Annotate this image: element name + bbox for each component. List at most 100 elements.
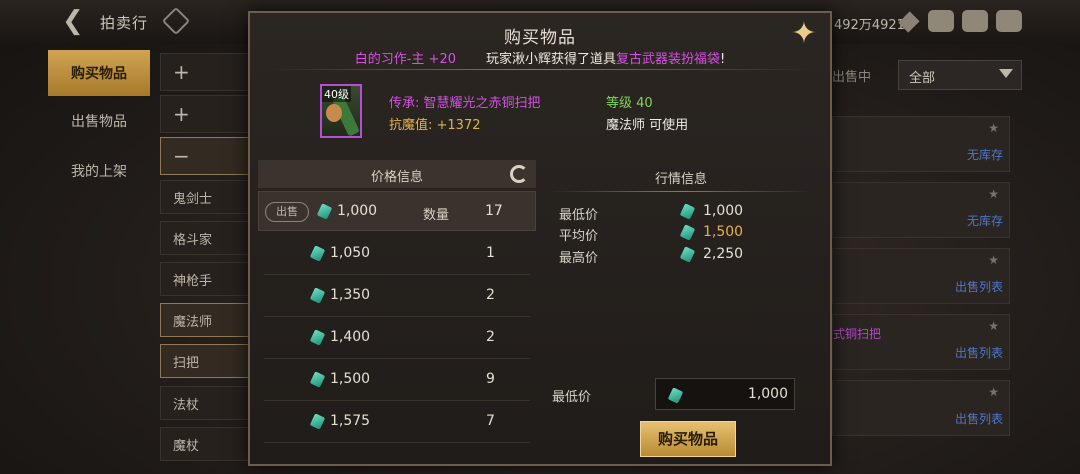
price-value: 1,400: [330, 329, 371, 345]
market-min-value: 1,000: [703, 203, 744, 219]
quantity-value: 9: [486, 371, 495, 387]
star-icon[interactable]: ★: [988, 187, 999, 201]
price-value: 1,575: [330, 413, 371, 429]
buy-button[interactable]: 购买物品: [640, 421, 736, 457]
price-value: 1,000: [337, 203, 378, 219]
listing-status: 无库存: [966, 214, 1003, 228]
item-stat: 抗魔值: +1372: [389, 118, 481, 133]
notice-item: 复古武器装扮福袋: [616, 52, 721, 67]
chat-icon[interactable]: [996, 10, 1022, 32]
gem-icon: [679, 203, 696, 220]
listing-name: 式铜扫把: [833, 327, 882, 341]
category-fighter[interactable]: 格斗家: [160, 221, 250, 255]
star-icon[interactable]: ★: [988, 253, 999, 267]
item-class-requirement: 魔法师 可使用: [606, 118, 689, 133]
item-name: 传承: 智慧耀光之赤铜扫把: [389, 96, 541, 111]
listing-card[interactable]: ★ 无库存: [832, 182, 1010, 238]
listing-status: 出售列表: [954, 280, 1003, 294]
market-max-label: 最高价: [559, 251, 599, 266]
star-icon[interactable]: ★: [988, 385, 999, 399]
filter-label: 出售中: [832, 70, 872, 85]
price-value: 1,050: [330, 245, 371, 261]
category-broom[interactable]: 扫把: [160, 344, 250, 378]
quantity-value: 1: [486, 245, 495, 261]
quantity-label: 数量: [423, 208, 450, 223]
gem-icon: [309, 329, 326, 346]
help-icon[interactable]: [161, 6, 191, 36]
min-price-label: 最低价: [552, 390, 592, 405]
min-price-input[interactable]: 1,000: [655, 378, 795, 410]
price-row-selected[interactable]: 出售 1,000 数量 17: [258, 191, 536, 231]
quantity-value: 17: [485, 203, 503, 219]
tab-sell[interactable]: 出售物品: [48, 98, 150, 144]
star-icon[interactable]: ★: [988, 121, 999, 135]
app-title: 拍卖行: [100, 14, 149, 32]
gem-icon: [667, 387, 684, 404]
quantity-value: 7: [486, 413, 495, 429]
listing-status: 出售列表: [954, 412, 1003, 426]
listing-card[interactable]: ★ 无库存: [832, 116, 1010, 172]
filter-dropdown[interactable]: 全部: [898, 60, 1022, 90]
buy-item-modal: 购买物品 ✦ 白的习作-主 +20 玩家湫小辉获得了道具复古武器装扮福袋! 40级…: [248, 11, 832, 466]
category-mage[interactable]: 魔法师: [160, 303, 250, 337]
divider: [268, 69, 812, 70]
listing-card[interactable]: ★ 出售列表: [832, 380, 1010, 436]
category-wand[interactable]: 魔杖: [160, 427, 250, 461]
refresh-icon[interactable]: [510, 165, 528, 183]
item-icon[interactable]: 40级: [320, 84, 362, 138]
category-staff[interactable]: 法杖: [160, 386, 250, 420]
quantity-value: 2: [486, 329, 495, 345]
market-max-value: 2,250: [703, 246, 744, 262]
divider: [550, 191, 812, 192]
price-info-title: 价格信息: [370, 170, 423, 185]
item-level-requirement: 等级 40: [606, 96, 653, 111]
price-row[interactable]: 1,500 9: [264, 359, 530, 401]
market-info-title: 行情信息: [654, 172, 707, 187]
category-expand-1[interactable]: +: [160, 53, 250, 91]
gem-icon: [309, 287, 326, 304]
gem-icon: [316, 203, 333, 220]
listing-status: 无库存: [966, 148, 1003, 162]
price-row[interactable]: 1,400 2: [264, 317, 530, 359]
gem-icon: [679, 224, 696, 241]
mail-icon[interactable]: [962, 10, 988, 32]
price-value: 1,500: [330, 371, 371, 387]
price-row[interactable]: 1,350 2: [264, 275, 530, 317]
filter-selected-value: 全部: [909, 71, 936, 86]
listing-card[interactable]: ★ 出售列表: [832, 248, 1010, 304]
doll-head-art: [326, 104, 342, 122]
gem-icon: [309, 413, 326, 430]
notice-text: 玩家湫小辉获得了道具: [486, 52, 617, 67]
notice-prefix: 白的习作-主 +20: [354, 52, 456, 67]
modal-title: 购买物品: [504, 28, 576, 48]
market-avg-label: 平均价: [559, 229, 599, 244]
price-info-header: 价格信息: [258, 160, 536, 188]
chevron-down-icon: [999, 69, 1013, 78]
notice-suffix: !: [720, 52, 726, 67]
broadcast-notice: 白的习作-主 +20 玩家湫小辉获得了道具复古武器装扮福袋!: [250, 48, 830, 68]
market-avg-value: 1,500: [703, 224, 744, 240]
tab-buy[interactable]: 购买物品: [48, 50, 150, 96]
inventory-bag-icon[interactable]: [928, 10, 954, 32]
tab-my-listings[interactable]: 我的上架: [48, 148, 150, 194]
item-level-badge: 40级: [322, 86, 351, 102]
back-arrow-icon[interactable]: ❮: [62, 8, 92, 36]
close-icon[interactable]: ✦: [790, 19, 818, 49]
sell-badge: 出售: [265, 202, 309, 222]
gem-icon: [309, 371, 326, 388]
gem-icon: [309, 245, 326, 262]
star-icon[interactable]: ★: [988, 319, 999, 333]
price-row[interactable]: 1,575 7: [264, 401, 530, 443]
gem-icon: [679, 246, 696, 263]
currency-amount: 492万4921: [834, 18, 905, 33]
listing-card[interactable]: 式铜扫把 ★ 出售列表: [832, 314, 1010, 370]
category-gunner[interactable]: 神枪手: [160, 262, 250, 296]
category-collapse[interactable]: −: [160, 137, 250, 175]
market-min-label: 最低价: [559, 208, 599, 223]
quantity-value: 2: [486, 287, 495, 303]
listing-status: 出售列表: [954, 346, 1003, 360]
category-slayer[interactable]: 鬼剑士: [160, 180, 250, 214]
category-expand-2[interactable]: +: [160, 95, 250, 133]
min-price-value: 1,000: [747, 386, 788, 402]
price-row[interactable]: 1,050 1: [264, 233, 530, 275]
